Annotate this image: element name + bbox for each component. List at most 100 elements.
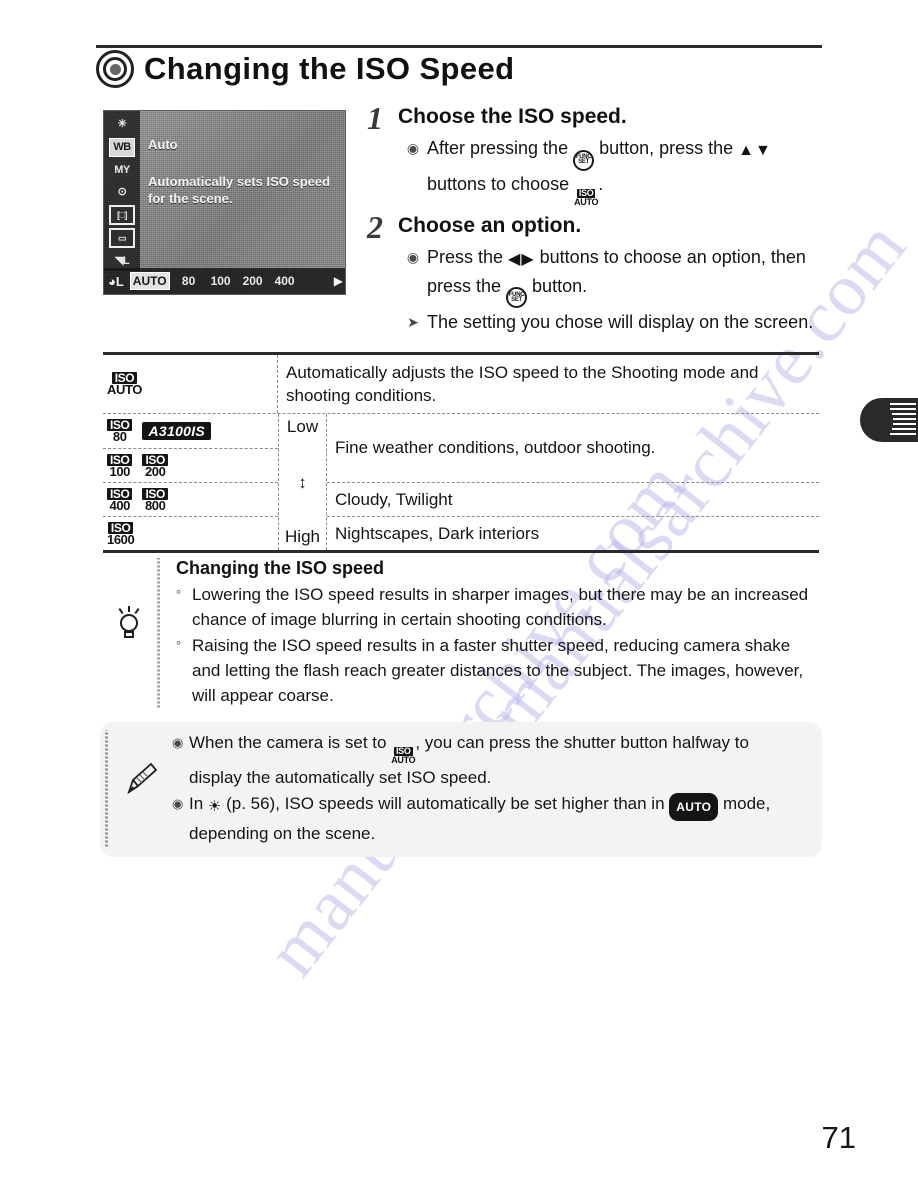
tip-item-1-text: Lowering the ISO speed results in sharpe…	[192, 585, 809, 629]
bullet-marker-icon: ◉	[406, 140, 420, 156]
result-marker-icon: ➤	[407, 314, 419, 330]
lcd-strip-more-arrow-icon: ▶	[333, 274, 343, 288]
iso-800-icon: ISO 800	[142, 487, 168, 513]
instruction-steps: 1 Choose the ISO speed. ◉ After pressing…	[362, 100, 822, 341]
text-fragment: In	[189, 794, 208, 813]
level-low-label: Low	[286, 417, 319, 436]
sidebar-icon-af-frame: [□]	[109, 205, 135, 226]
note-bullet-icon: ◉	[172, 735, 184, 750]
tip-item-2-text: Raising the ISO speed results in a faste…	[192, 636, 804, 705]
iso-badge-bottom: 400	[109, 497, 130, 513]
tip-box-body: Changing the ISO speed ° Lowering the IS…	[162, 558, 819, 709]
iso-conditions-column: Fine weather conditions, outdoor shootin…	[327, 414, 819, 550]
step-2-bullet-2-text: The setting you chose will display on th…	[427, 312, 814, 332]
iso-auto-icon: ISO AUTO	[107, 372, 142, 396]
auto-mode-badge: AUTO	[669, 793, 719, 821]
iso-auto-cell: ISO AUTO	[103, 355, 278, 413]
text-fragment: .	[598, 173, 604, 194]
tip-box-title: Changing the ISO speed	[176, 558, 385, 578]
manual-page: Changing the ISO Speed ✳ WB MY ⊙ [□] ▭ ◥…	[0, 0, 918, 1188]
lcd-strip-value-200: 200	[242, 274, 263, 288]
text-fragment: When the camera is set to	[189, 733, 392, 752]
step-1-number: 1	[367, 100, 383, 136]
note-box: ◉ When the camera is set to ISO AUTO, you…	[100, 722, 822, 857]
up-down-buttons-icon: ▲▼	[738, 142, 772, 159]
iso-speed-table: ISO AUTO Automatically adjusts the ISO s…	[103, 352, 819, 553]
iso-badge-bottom: 80	[112, 429, 127, 444]
lcd-iso-option-strip: ◕L AUTO 80 100 200 400 ▶	[104, 268, 345, 294]
table-row: ISO 400 ISO 800	[103, 482, 278, 516]
model-badge: A3100IS	[142, 422, 212, 440]
camera-lcd-preview: ✳ WB MY ⊙ [□] ▭ ◥L Auto Automatically se…	[103, 110, 346, 295]
step-1-title: Choose the ISO speed.	[398, 105, 627, 128]
iso-auto-description: Automatically adjusts the ISO speed to t…	[286, 363, 759, 405]
lcd-option-title: Auto	[148, 137, 178, 152]
table-row: ISO 100 ISO 200	[103, 448, 278, 482]
sidebar-icon-my-colors: MY	[114, 163, 130, 176]
note-item-2: ◉ In ☀ (p. 56), ISO speeds will automati…	[172, 791, 806, 847]
iso-badge-bottom: 100	[109, 463, 130, 479]
target-icon	[96, 50, 134, 88]
tip-bullet-icon: °	[176, 638, 182, 653]
lcd-option-description: Automatically sets ISO speed for the sce…	[148, 174, 331, 206]
sidebar-icon-metering: ▭	[109, 228, 135, 249]
iso-badge-column: ISO 80 A3100IS ISO 100 ISO 200 ISO 400 I…	[103, 414, 279, 550]
text-fragment: buttons to choose	[427, 173, 575, 194]
header-rule	[96, 45, 822, 48]
lcd-strip-value-400: 400	[274, 274, 295, 288]
tip-item-1: ° Lowering the ISO speed results in shar…	[176, 582, 819, 632]
iso-level-scale: Low ↕ High	[279, 414, 327, 550]
tip-item-2: ° Raising the ISO speed results in a fas…	[176, 633, 819, 708]
scene-mode-icon: ☀	[207, 798, 222, 815]
step-2-title: Choose an option.	[398, 213, 582, 237]
step-2-number: 2	[367, 208, 383, 245]
lcd-func-menu-sidebar: ✳ WB MY ⊙ [□] ▭ ◥L	[104, 111, 140, 271]
func-set-button-icon: FUNC SET	[506, 287, 528, 308]
iso-100-icon: ISO 100	[107, 453, 133, 479]
iso-80-icon: ISO 80	[107, 419, 133, 444]
text-fragment: button, press the	[594, 138, 739, 158]
step-2-bullet-1: ◉ Press the ◀▶ buttons to choose an opti…	[406, 244, 822, 308]
condition-row-2: Cloudy, Twilight	[327, 482, 819, 516]
bullet-marker-icon: ◉	[406, 248, 420, 265]
sidebar-icon-drive-mode: ⊙	[117, 186, 127, 199]
left-right-buttons-icon: ◀▶	[508, 250, 535, 268]
page-number: 71	[821, 1120, 856, 1155]
lcd-strip-quality-icon: ◕L	[108, 273, 124, 289]
text-fragment: Press the	[427, 246, 509, 267]
text-fragment: button.	[527, 275, 588, 296]
step-1: 1 Choose the ISO speed. ◉ After pressing…	[362, 100, 822, 207]
lcd-strip-value-80: 80	[181, 274, 196, 288]
note-item-2-text: In ☀ (p. 56), ISO speeds will automatica…	[189, 791, 806, 847]
table-row: ISO 80 A3100IS	[103, 414, 278, 448]
table-row-iso-scale: ISO 80 A3100IS ISO 100 ISO 200 ISO 400 I…	[103, 413, 819, 550]
tip-bullet-icon: °	[176, 587, 182, 602]
level-high-label: High	[285, 527, 320, 546]
note-item-1: ◉ When the camera is set to ISO AUTO, you…	[172, 730, 806, 791]
iso-1600-icon: ISO 1600	[107, 521, 135, 546]
table-row-iso-auto: ISO AUTO Automatically adjusts the ISO s…	[103, 355, 819, 413]
sidebar-icon-exposure: ✳	[117, 118, 127, 131]
step-2-bullet-1-text: Press the ◀▶ buttons to choose an option…	[427, 244, 822, 308]
condition-row-1: Fine weather conditions, outdoor shootin…	[335, 438, 656, 457]
lightbulb-icon	[103, 558, 155, 640]
table-row: ISO 1600	[103, 516, 278, 550]
iso-badge-bottom: AUTO	[107, 382, 142, 397]
text-fragment: (p. 56), ISO speeds will automatically b…	[221, 794, 670, 813]
iso-200-icon: ISO 200	[142, 453, 168, 479]
up-down-arrow-icon: ↕	[298, 472, 307, 492]
iso-auto-icon: ISO AUTO	[574, 187, 599, 207]
iso-400-icon: ISO 400	[107, 487, 133, 513]
note-box-rule	[102, 730, 110, 847]
tip-box-rule	[155, 558, 162, 709]
tip-box: Changing the ISO speed ° Lowering the IS…	[103, 558, 819, 709]
iso-badge-bottom: 200	[144, 463, 166, 479]
lcd-strip-value-auto: AUTO	[129, 272, 170, 290]
pencil-glyph	[127, 762, 158, 795]
page-title: Changing the ISO Speed	[144, 51, 515, 86]
note-bullet-icon: ◉	[172, 796, 184, 811]
step-1-bullet-1-text: After pressing the FUNC SET button, press…	[427, 135, 822, 207]
step-2-bullet-2: ➤ The setting you chose will display on …	[406, 309, 822, 335]
note-item-1-text: When the camera is set to ISO AUTO, you c…	[189, 730, 806, 791]
iso-badge-bottom: 800	[144, 497, 166, 513]
